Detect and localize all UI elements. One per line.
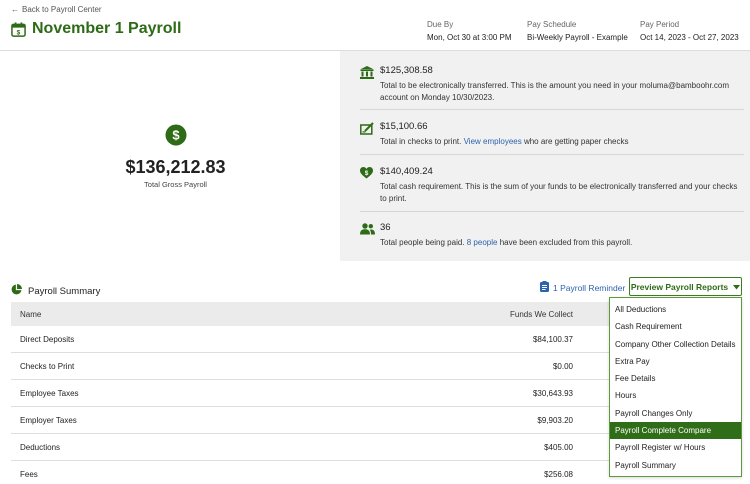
total-gross-payroll: $ $136,212.83 Total Gross Payroll (11, 51, 340, 261)
svg-text:$: $ (172, 127, 180, 142)
arrow-left-icon: ← (11, 5, 19, 14)
electronic-transfer-info: $125,308.58 Total to be electronically t… (360, 65, 742, 104)
row-name: Employer Taxes (20, 415, 77, 425)
svg-text:$: $ (17, 29, 21, 36)
paper-checks-desc: Total in checks to print. View employees… (380, 136, 742, 148)
menu-item-all-deductions[interactable]: All Deductions (610, 301, 741, 318)
cash-requirement-info: $ $140,409.24 Total cash requirement. Th… (360, 166, 742, 205)
preview-payroll-reports-label: Preview Payroll Reports (630, 281, 729, 292)
payroll-reminder-label: 1 Payroll Reminder (553, 282, 626, 293)
caret-down-icon (733, 282, 741, 292)
info-divider (360, 154, 744, 155)
heart-dollar-icon: $ (360, 167, 373, 181)
payroll-reports-dropdown: All Deductions Cash Requirement Company … (609, 297, 742, 477)
back-to-payroll-center-link[interactable]: ← Back to Payroll Center (11, 5, 102, 14)
pay-schedule-value: Bi-Weekly Payroll - Example (527, 33, 628, 42)
menu-item-cash-requirement[interactable]: Cash Requirement (610, 318, 741, 335)
bank-icon (360, 66, 374, 81)
view-employees-link[interactable]: View employees (464, 137, 522, 146)
people-icon (360, 223, 375, 237)
menu-item-payroll-complete-compare[interactable]: Payroll Complete Compare (610, 422, 741, 440)
pay-schedule: Pay Schedule Bi-Weekly Payroll - Example (527, 20, 628, 42)
gross-label: Total Gross Payroll (144, 179, 207, 189)
row-value: $9,903.20 (537, 415, 573, 425)
menu-item-payroll-changes-only[interactable]: Payroll Changes Only (610, 405, 741, 422)
row-name: Checks to Print (20, 361, 75, 371)
dollar-circle-icon: $ (165, 124, 187, 151)
row-name: Employee Taxes (20, 388, 79, 398)
excluded-people-link[interactable]: 8 people (467, 238, 498, 247)
paper-checks-amount: $15,100.66 (380, 121, 428, 132)
row-name: Fees (20, 469, 38, 479)
electronic-transfer-amount: $125,308.58 (380, 65, 433, 76)
payroll-reminder-link[interactable]: 1 Payroll Reminder (540, 281, 625, 294)
preview-payroll-reports-button[interactable]: Preview Payroll Reports (629, 277, 742, 296)
menu-item-company-other-collection-details[interactable]: Company Other Collection Details (610, 336, 741, 353)
cash-requirement-desc: Total cash requirement. This is the sum … (380, 182, 738, 203)
menu-item-hours[interactable]: Hours (610, 387, 741, 404)
people-paid-desc-after: have been excluded from this payroll. (499, 238, 633, 247)
menu-item-payroll-summary[interactable]: Payroll Summary (610, 457, 741, 474)
row-value: $84,100.37 (532, 334, 573, 344)
page-title-row: $ November 1 Payroll (11, 20, 181, 38)
row-name: Direct Deposits (20, 334, 75, 344)
electronic-transfer-desc: Total to be electronically transferred. … (380, 81, 730, 102)
svg-text:$: $ (365, 170, 369, 177)
people-paid-desc-before: Total people being paid. (380, 238, 465, 247)
back-link-label: Back to Payroll Center (22, 5, 102, 14)
row-value: $256.08 (544, 469, 573, 479)
calendar-icon: $ (11, 21, 26, 37)
pay-period-label: Pay Period (640, 20, 680, 29)
pay-period-value: Oct 14, 2023 - Oct 27, 2023 (640, 33, 739, 42)
pay-period: Pay Period Oct 14, 2023 - Oct 27, 2023 (640, 20, 739, 42)
people-paid-desc: Total people being paid. 8 people have b… (380, 237, 742, 249)
paper-checks-info: $15,100.66 Total in checks to print. Vie… (360, 121, 742, 148)
paper-checks-desc-before: Total in checks to print. (380, 137, 462, 146)
people-paid-count: 36 (380, 222, 391, 233)
row-value: $405.00 (544, 442, 573, 452)
payroll-summary-title: Payroll Summary (11, 284, 100, 298)
column-header-name: Name (20, 309, 42, 319)
check-edit-icon (360, 122, 374, 137)
column-header-funds: Funds We Collect (510, 309, 573, 319)
row-name: Deductions (20, 442, 61, 452)
menu-item-fee-details[interactable]: Fee Details (610, 370, 741, 387)
due-by-value: Mon, Oct 30 at 3:00 PM (427, 33, 512, 42)
menu-item-payroll-register-hours[interactable]: Payroll Register w/ Hours (610, 439, 741, 456)
due-by: Due By Mon, Oct 30 at 3:00 PM (427, 20, 511, 42)
menu-item-extra-pay[interactable]: Extra Pay (610, 353, 741, 370)
cash-requirement-amount: $140,409.24 (380, 166, 433, 177)
payroll-totals-panel: $125,308.58 Total to be electronically t… (340, 51, 750, 261)
paper-checks-desc-after: who are getting paper checks (523, 137, 629, 146)
gross-amount: $136,212.83 (125, 156, 226, 177)
pay-schedule-label: Pay Schedule (527, 20, 577, 29)
pie-chart-icon (11, 284, 22, 298)
people-paid-info: 36 Total people being paid. 8 people hav… (360, 222, 742, 249)
payroll-summary-label: Payroll Summary (28, 285, 101, 297)
info-divider (360, 109, 744, 110)
row-value: $0.00 (552, 361, 573, 371)
info-divider (360, 211, 744, 212)
due-by-label: Due By (427, 20, 454, 29)
page-title: November 1 Payroll (32, 20, 182, 37)
row-value: $30,643.93 (532, 388, 573, 398)
clipboard-icon (540, 281, 549, 294)
